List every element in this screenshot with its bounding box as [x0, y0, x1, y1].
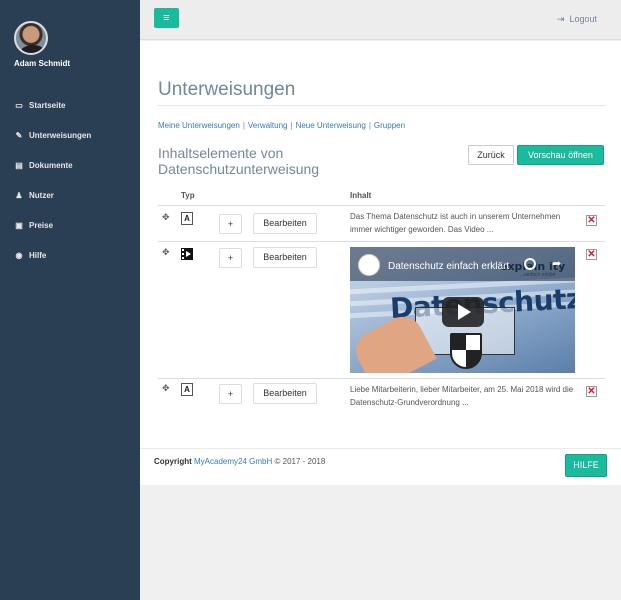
- avatar[interactable]: [14, 21, 48, 55]
- copyright-years: © 2017 - 2018: [274, 457, 326, 466]
- laptop-icon: ▭: [15, 100, 23, 110]
- video-title[interactable]: Datenschutz einfach erklärt: [388, 261, 509, 272]
- section-title: Inhaltselemente von Datenschutzunterweis…: [158, 145, 320, 177]
- edit-icon: ✎: [15, 130, 23, 140]
- page-title: Unterweisungen: [158, 79, 296, 100]
- sign-out-icon: ⇥: [556, 14, 565, 24]
- sidebar-menu: ▭ Startseite ✎ Unterweisungen ▤ Dokument…: [0, 90, 140, 270]
- sidebar-item-unterweisungen[interactable]: ✎ Unterweisungen: [0, 120, 140, 150]
- page-background: [140, 485, 621, 600]
- hamburger-icon: ≡: [163, 12, 170, 24]
- move-icon[interactable]: ✥: [162, 212, 170, 223]
- back-button[interactable]: Zurück: [468, 145, 514, 165]
- sidebar-item-label: Dokumente: [29, 160, 73, 170]
- video-subtitle: ...einfach erklärt: [520, 272, 556, 278]
- profile: Adam Schmidt: [0, 0, 140, 90]
- edit-button[interactable]: Bearbeiten: [253, 247, 317, 268]
- sidebar-item-label: Nutzer: [29, 190, 54, 200]
- divider: [158, 105, 605, 106]
- sidebar-item-hilfe[interactable]: ◉ Hilfe: [0, 240, 140, 270]
- logout-link[interactable]: ⇥ Logout: [557, 14, 597, 25]
- delete-icon[interactable]: ✕: [586, 386, 597, 397]
- share-icon[interactable]: ➦: [552, 257, 561, 270]
- column-header-inhalt: Inhalt: [350, 191, 372, 200]
- delete-icon[interactable]: ✕: [586, 249, 597, 260]
- row-divider: [158, 378, 605, 379]
- top-nav: ≡ ⇥ Logout: [140, 0, 621, 40]
- company-link[interactable]: MyAcademy24 GmbH: [194, 457, 272, 466]
- file-icon: ▤: [15, 160, 23, 170]
- copyright-label: Copyright: [154, 457, 192, 466]
- row-content: Das Thema Datenschutz ist auch in unsere…: [350, 212, 561, 234]
- watch-later-icon[interactable]: [524, 258, 536, 270]
- play-icon: [458, 304, 471, 320]
- edit-button[interactable]: Bearbeiten: [253, 213, 317, 234]
- link-separator: |: [368, 121, 371, 130]
- video-embed[interactable]: Datenschutz explain ity Datenschutz einf…: [350, 247, 575, 373]
- column-header-typ: Typ: [181, 191, 195, 200]
- move-icon[interactable]: ✥: [162, 247, 170, 258]
- sidebar: Adam Schmidt ▭ Startseite ✎ Unterweisung…: [0, 0, 140, 600]
- add-button[interactable]: +: [219, 384, 242, 404]
- delete-icon[interactable]: ✕: [586, 215, 597, 226]
- text-type-icon: A: [181, 212, 193, 225]
- video-type-icon: [181, 248, 193, 260]
- preview-button[interactable]: Vorschau öffnen: [517, 145, 604, 165]
- edit-button[interactable]: Bearbeiten: [253, 383, 317, 404]
- link-separator: |: [290, 121, 293, 130]
- table-header-rule: [158, 205, 605, 206]
- link-meine-unterweisungen[interactable]: Meine Unterweisungen: [158, 121, 240, 130]
- link-gruppen[interactable]: Gruppen: [374, 121, 405, 130]
- sidebar-item-nutzer[interactable]: ♟ Nutzer: [0, 180, 140, 210]
- add-button[interactable]: +: [219, 214, 242, 234]
- row-divider: [158, 241, 605, 242]
- sidebar-item-startseite[interactable]: ▭ Startseite: [0, 90, 140, 120]
- add-button[interactable]: +: [219, 248, 242, 268]
- sidebar-item-dokumente[interactable]: ▤ Dokumente: [0, 150, 140, 180]
- sidebar-item-preise[interactable]: ▣ Preise: [0, 210, 140, 240]
- help-button[interactable]: HILFE: [565, 454, 607, 477]
- sidebar-item-label: Hilfe: [29, 250, 47, 260]
- menu-toggle-button[interactable]: ≡: [154, 8, 179, 28]
- sidebar-item-label: Unterweisungen: [29, 130, 92, 140]
- row-content: Liebe Mitarbeiterin, lieber Mitarbeiter,…: [350, 385, 574, 407]
- globe-icon: ◉: [15, 250, 23, 260]
- profile-name: Adam Schmidt: [14, 59, 71, 68]
- footer-divider: [140, 448, 621, 449]
- sidebar-item-label: Startseite: [29, 100, 66, 110]
- footer: Copyright MyAcademy24 GmbH © 2017 - 2018: [154, 457, 325, 466]
- move-icon[interactable]: ✥: [162, 383, 170, 394]
- money-icon: ▣: [15, 220, 23, 230]
- logout-label: Logout: [569, 14, 597, 24]
- main-content: Unterweisungen Meine Unterweisungen | Verw…: [140, 41, 621, 485]
- sidebar-item-label: Preise: [29, 220, 54, 230]
- link-neue-unterweisung[interactable]: Neue Unterweisung: [296, 121, 366, 130]
- sub-navigation: Meine Unterweisungen | Verwaltung | Neue Unt…: [158, 121, 405, 130]
- channel-logo-icon[interactable]: [358, 254, 380, 276]
- text-type-icon: A: [181, 383, 193, 396]
- user-icon: ♟: [15, 190, 23, 200]
- link-separator: |: [242, 121, 245, 130]
- link-verwaltung[interactable]: Verwaltung: [248, 121, 288, 130]
